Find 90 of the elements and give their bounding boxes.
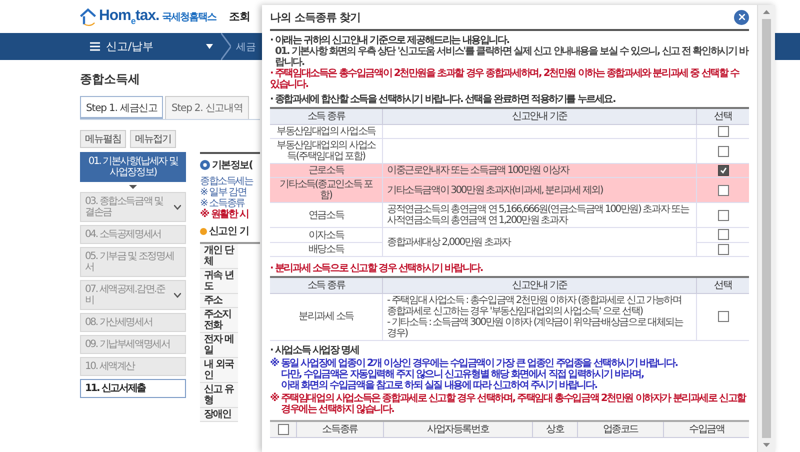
table-cell: 분리과세 소득 bbox=[270, 293, 382, 340]
house-logo-icon bbox=[80, 8, 96, 26]
column-header: 사업자등록번호 bbox=[383, 420, 533, 438]
notice-text: · 아래는 귀하의 신고안내 기준으로 제공해드리는 내용입니다. bbox=[270, 35, 510, 46]
column-header: 업종코드 bbox=[577, 420, 664, 438]
caret-icon[interactable] bbox=[174, 292, 181, 298]
header-menu-item[interactable]: 조회 bbox=[229, 9, 250, 24]
dialog-title: 나의 소득종류 찾기 bbox=[270, 10, 361, 24]
field-label: 개인 단체 bbox=[200, 244, 238, 269]
section-heading: · 분리과세 소득으로 신고할 경우 선택하시기 바랍니다. bbox=[270, 262, 484, 274]
column-header: 소득종류 bbox=[296, 420, 384, 438]
menu-toggle-button[interactable]: 메뉴펼침 bbox=[80, 130, 126, 148]
step-tab[interactable]: Step 1. 세금신고 bbox=[80, 96, 164, 119]
close-icon[interactable] bbox=[738, 14, 744, 20]
column-header: 신고안내 기준 bbox=[382, 276, 696, 294]
column-header: 소득 종류 bbox=[270, 108, 382, 124]
table-cell: 기타소득(종교인소득 포함) bbox=[270, 178, 382, 203]
logo-subtitle: 국세청홈택스 bbox=[162, 10, 216, 24]
checkbox[interactable] bbox=[278, 424, 288, 435]
page-title: 종합소득세 bbox=[80, 71, 140, 88]
down-triangle-icon bbox=[129, 185, 137, 189]
subsection-title: 신고인 기 bbox=[209, 225, 248, 238]
notice-text: ※ 동일 사업장에 업종이 2개 이상인 경우에는 수입금액이 가장 큰 업종인 주업종을 선택하시기 바랍니다. 다만, 수입금액은 자동입력해 주지 않으니 신고유형별 해당 화면에서 직접 입력하시기 바라며, 아래 화면의 수입금액을 참고로 하되 실질 내용에 따라 신고하여 주시기 바랍니다. bbox=[270, 358, 678, 391]
step-menu-item[interactable]: 08. 가산세명세서 bbox=[80, 313, 186, 332]
table-cell: 연금소득 bbox=[270, 202, 382, 228]
field-label: 내 외국인 bbox=[200, 358, 238, 383]
field-label: 주소지 전화 bbox=[200, 308, 238, 333]
column-header: 선택 bbox=[696, 108, 749, 124]
field-label: 귀속 년도 bbox=[200, 269, 238, 294]
step-tab[interactable]: Step 2. 신고내역 bbox=[165, 96, 249, 119]
step-menu-item[interactable]: 09. 기납부세액명세서 bbox=[80, 335, 186, 354]
notice-text: 01. 기본사항 화면의 우측 상단 '신고도움 서비스'를 클릭하면 실제 신고 안내내용을 보실 수 있으니, 신고 전 확인하시기 바랍니다. bbox=[274, 46, 749, 68]
notice-text: ※ 소득종류 bbox=[200, 198, 246, 209]
field-label: 전자 메일 bbox=[200, 333, 238, 358]
caret-icon[interactable] bbox=[174, 204, 181, 210]
checkbox[interactable] bbox=[718, 126, 728, 137]
column-header: 상호 bbox=[532, 420, 578, 438]
notice-text: 종합소득세는 bbox=[200, 176, 254, 187]
step-menu-item[interactable]: 03. 종합소득금액 및 결손금 bbox=[80, 192, 186, 222]
table-cell: 공적연금소득의 총연금액 연 5,166,666원(연금소득금액 100만원) 초과자 또는 사적연금소득의 총연금액 연 1,200만원 초과자 bbox=[382, 202, 696, 228]
section-title: 기본정보( bbox=[212, 159, 253, 172]
scrollbar[interactable] bbox=[757, 5, 775, 452]
column-header: 신고안내 기준 bbox=[382, 108, 696, 124]
checkbox[interactable] bbox=[718, 311, 728, 322]
notice-text: ※ 원활한 시 bbox=[200, 209, 250, 220]
chevron-icon bbox=[221, 33, 231, 60]
breadcrumb[interactable]: 세금 bbox=[236, 40, 256, 54]
step-menu-item[interactable]: 05. 기부금 및 조정명세서 bbox=[80, 247, 186, 277]
field-label: 신고 유형 bbox=[200, 383, 238, 408]
checkbox[interactable] bbox=[718, 146, 728, 157]
section-heading: · 사업소득 사업장 명세 bbox=[270, 344, 360, 356]
circle-icon bbox=[200, 160, 210, 170]
menu-icon[interactable] bbox=[90, 42, 100, 51]
scrollbar-thumb[interactable] bbox=[762, 19, 771, 438]
dot-icon bbox=[200, 228, 207, 234]
down-arrow-icon[interactable] bbox=[763, 443, 770, 447]
checkbox[interactable] bbox=[718, 229, 728, 240]
checkbox[interactable] bbox=[718, 184, 728, 196]
field-label: 장애인 bbox=[200, 408, 238, 422]
logo-text[interactable]: Hom$_{e}$tax. bbox=[99, 7, 160, 26]
table-cell: 이중근로안내자 또는 소득금액 100만원 이상자 bbox=[382, 164, 696, 178]
table-cell: 부동산임대업의 사업소득 bbox=[270, 124, 382, 139]
nav-menu[interactable]: 신고/납부 bbox=[106, 39, 206, 54]
close-button[interactable] bbox=[734, 10, 749, 24]
up-arrow-icon[interactable] bbox=[763, 10, 770, 14]
caret-icon[interactable] bbox=[206, 44, 213, 49]
menu-toggle-button[interactable]: 메뉴접기 bbox=[130, 130, 176, 148]
step-menu-item[interactable]: 04. 소득공제명세서 bbox=[80, 225, 186, 244]
column-header: 소득 종류 bbox=[270, 276, 382, 294]
step-menu-item[interactable]: 07. 세액공제.감면.준비 bbox=[80, 280, 186, 310]
table-cell: 종합과세대상 2,000만원 초과자 bbox=[382, 228, 696, 256]
table-cell: 기타소득금액이 300만원 초과자(비과세, 분리과세 제외) bbox=[382, 178, 696, 203]
table-cell: 근로소득 bbox=[270, 164, 382, 178]
checkbox[interactable] bbox=[718, 210, 728, 221]
step-menu-item[interactable]: 10. 세액계산 bbox=[80, 357, 186, 376]
step-menu-item[interactable]: 11. 신고서제출 bbox=[80, 379, 186, 398]
criterion-text: - 기타소득 : 소득금액 300만원 이하자 (계약금이 위약금·배상금으로 대체되는 경우) bbox=[387, 316, 684, 339]
table-cell: 배당소득 bbox=[270, 242, 382, 256]
checkbox[interactable] bbox=[718, 165, 728, 176]
field-label: 주소 bbox=[200, 294, 238, 308]
table-cell: 이자소득 bbox=[270, 228, 382, 242]
notice-text: ※ 일부 감면 bbox=[200, 187, 248, 198]
notice-text: ※ 주택임대업의 사업소득은 종합과세로 신고할 경우 선택하며, 주택임대 총수입금액 2천만원 이하자가 분리과세로 신고할 경우에는 선택하지 않습니다. bbox=[270, 392, 747, 415]
column-header: 수입금액 bbox=[664, 420, 749, 438]
criterion-text: - 주택임대 사업소득 : 총수입금액 2천만원 이하자 (종합과세로 신고 가능하며 종합과세로 신고하는 경우 '부동산임대업외의 사업소득' 으로 선택) bbox=[387, 294, 682, 317]
column-header: 선택 bbox=[696, 276, 749, 294]
notice-text: · 주택임대소득은 총수입금액이 2천만원을 초과할 경우 종합과세하며, 2천만원 이하는 종합과세와 분리과세 중 선택할 수 있습니다. bbox=[270, 68, 740, 90]
checkbox[interactable] bbox=[718, 244, 728, 255]
section-heading: · 종합과세에 합산할 소득을 선택하시기 바랍니다. 선택을 완료하면 적용하기를 누르세요. bbox=[270, 94, 616, 105]
step-menu-item[interactable]: 01. 기본사항(납세자 및 사업장정보) bbox=[80, 152, 186, 182]
